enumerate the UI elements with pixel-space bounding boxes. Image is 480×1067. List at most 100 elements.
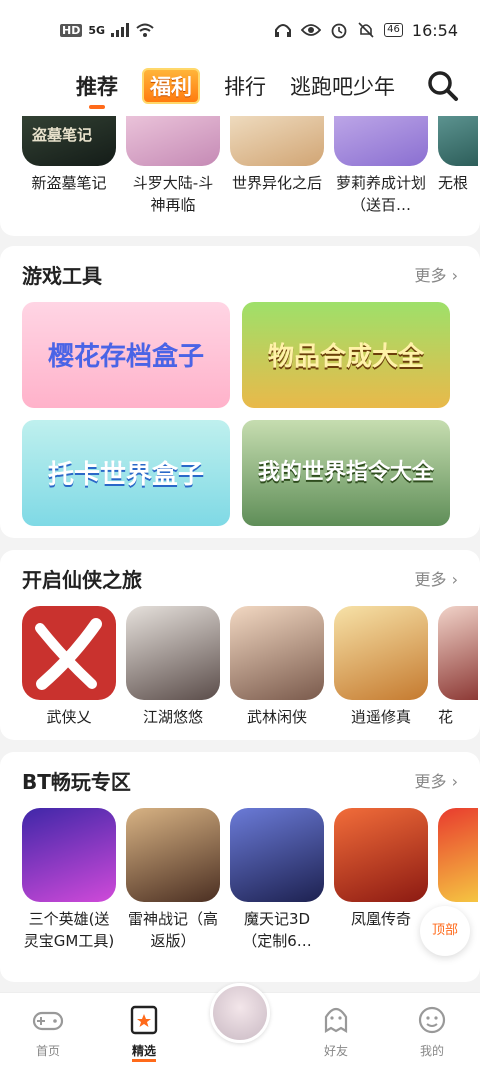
game-cover <box>334 116 428 166</box>
game-cover <box>438 808 478 902</box>
tool-banner-crafting[interactable]: 物品合成大全 <box>242 302 450 408</box>
game-name: 世界异化之后 <box>231 174 322 192</box>
top-nav: 推荐 福利 排行 逃跑吧少年 <box>0 56 480 116</box>
game-name: 萝莉养成计划（送百… <box>335 174 426 214</box>
tab-mine[interactable]: 我的 <box>402 1005 462 1059</box>
tab-home[interactable]: 首页 <box>18 1005 78 1059</box>
game-cover <box>230 606 324 700</box>
game-name: 新盗墓笔记 <box>31 174 107 192</box>
xianxia-games-row: 武侠乂 江湖悠悠 武林闲侠 逍遥修真 花 <box>0 606 480 728</box>
game-item[interactable]: 武侠乂 <box>22 606 126 728</box>
section-title: BT畅玩专区 <box>22 769 131 794</box>
game-name: 三个英雄(送灵宝GM工具) <box>23 910 115 950</box>
xianxia-card: 开启仙侠之旅 更多 › 武侠乂 江湖悠悠 武林闲侠 逍遥修真 花 <box>0 550 480 740</box>
face-icon <box>418 1006 446 1034</box>
more-label: 更多 <box>414 772 447 791</box>
network-label: 5G <box>88 23 106 37</box>
chevron-right-icon: › <box>451 266 458 285</box>
more-link[interactable]: 更多 › <box>414 262 458 286</box>
tool-banner-toca[interactable]: 托卡世界盒子 <box>22 420 230 526</box>
tab-ranking[interactable]: 排行 <box>224 71 266 101</box>
game-name: 江湖悠悠 <box>142 708 203 726</box>
main-scroll[interactable]: 盗墓笔记 新盗墓笔记 斗罗大陆-斗神再临 世界异化之后 萝莉养成计划（送百… 无… <box>0 116 480 991</box>
game-name: 雷神战记（高返版） <box>127 910 218 950</box>
game-item[interactable]: 魔天记3D（定制6… <box>230 808 334 952</box>
section-title: 开启仙侠之旅 <box>22 567 142 592</box>
tab-welfare[interactable]: 福利 <box>142 68 200 104</box>
bottom-tab-bar: 首页 精选 好友 我的 <box>0 983 480 1067</box>
status-left: HD 5G <box>60 22 155 38</box>
tab-avatar-center[interactable] <box>210 983 270 1043</box>
tab-friends[interactable]: 好友 <box>306 1005 366 1059</box>
mute-bell-icon <box>358 22 374 38</box>
chevron-right-icon: › <box>451 570 458 589</box>
game-item[interactable]: 斗罗大陆-斗神再临 <box>126 116 230 216</box>
game-name: 武林闲侠 <box>246 708 307 726</box>
tool-banner-sakura[interactable]: 樱花存档盒子 <box>22 302 230 408</box>
game-cover <box>22 808 116 902</box>
ghost-icon <box>324 1007 348 1033</box>
tools-card: 游戏工具 更多 › 樱花存档盒子 物品合成大全 托卡世界盒子 我的世界指令大全 <box>0 246 480 538</box>
more-link[interactable]: 更多 › <box>414 768 458 792</box>
chevron-right-icon: › <box>451 772 458 791</box>
tool-title: 托卡世界盒子 <box>47 460 204 490</box>
tab-game-topic[interactable]: 逃跑吧少年 <box>290 71 395 101</box>
avatar <box>210 983 270 1043</box>
tab-label: 首页 <box>35 1044 60 1058</box>
game-cover <box>126 606 220 700</box>
game-name: 凤凰传奇 <box>350 910 411 928</box>
game-item[interactable]: 萝莉养成计划（送百… <box>334 116 438 216</box>
status-right: 46 16:54 <box>274 21 458 40</box>
tab-recommend[interactable]: 推荐 <box>76 71 118 109</box>
game-name: 逍遥修真 <box>350 708 411 726</box>
game-name: 无根 <box>438 174 469 192</box>
status-bar: HD 5G 46 16:54 <box>0 0 480 60</box>
game-cover <box>438 116 478 166</box>
game-name: 武侠乂 <box>46 708 92 726</box>
game-cover <box>438 606 478 700</box>
game-item[interactable]: 江湖悠悠 <box>126 606 230 728</box>
game-item[interactable]: 雷神战记（高返版） <box>126 808 230 952</box>
section-header: 游戏工具 更多 › <box>0 246 480 302</box>
back-to-top-button[interactable]: 顶部 <box>420 906 470 956</box>
headphone-icon <box>275 24 292 37</box>
clock: 16:54 <box>411 20 458 40</box>
tab-featured[interactable]: 精选 <box>114 1005 174 1062</box>
tool-title: 我的世界指令大全 <box>257 460 434 485</box>
wuxia-logo-icon <box>35 618 102 690</box>
recommended-card: 盗墓笔记 新盗墓笔记 斗罗大陆-斗神再临 世界异化之后 萝莉养成计划（送百… 无… <box>0 116 480 236</box>
game-item[interactable]: 武林闲侠 <box>230 606 334 728</box>
gamepad-icon <box>32 1011 64 1031</box>
game-item[interactable]: 三个英雄(送灵宝GM工具) <box>22 808 126 952</box>
more-label: 更多 <box>414 266 447 285</box>
tab-label: 精选 <box>131 1042 156 1062</box>
game-item[interactable]: 无根 <box>438 116 478 216</box>
game-cover <box>230 808 324 902</box>
wifi-icon <box>136 23 154 37</box>
game-name: 魔天记3D（定制6… <box>242 910 312 950</box>
section-header: BT畅玩专区 更多 › <box>0 752 480 808</box>
game-cover <box>230 116 324 166</box>
tool-title: 物品合成大全 <box>267 342 424 372</box>
game-cover <box>126 116 220 166</box>
alarm-icon <box>331 23 347 39</box>
game-item[interactable]: 盗墓笔记 新盗墓笔记 <box>22 116 126 216</box>
battery-indicator: 46 <box>384 23 403 37</box>
game-cover <box>22 606 116 700</box>
tool-title: 樱花存档盒子 <box>47 342 204 372</box>
eye-icon <box>301 24 322 36</box>
tools-grid: 樱花存档盒子 物品合成大全 托卡世界盒子 我的世界指令大全 <box>0 302 480 526</box>
section-title: 游戏工具 <box>22 263 102 288</box>
game-cover <box>126 808 220 902</box>
recommended-games-row: 盗墓笔记 新盗墓笔记 斗罗大陆-斗神再临 世界异化之后 萝莉养成计划（送百… 无… <box>0 116 480 216</box>
game-item[interactable]: 世界异化之后 <box>230 116 334 216</box>
signal-icon <box>111 23 130 37</box>
game-item[interactable]: 逍遥修真 <box>334 606 438 728</box>
more-label: 更多 <box>414 570 447 589</box>
tab-label: 我的 <box>419 1044 444 1058</box>
game-cover <box>334 808 428 902</box>
search-icon[interactable] <box>426 69 460 103</box>
game-item[interactable]: 花 <box>438 606 478 728</box>
more-link[interactable]: 更多 › <box>414 566 458 590</box>
tool-banner-minecraft[interactable]: 我的世界指令大全 <box>242 420 450 526</box>
